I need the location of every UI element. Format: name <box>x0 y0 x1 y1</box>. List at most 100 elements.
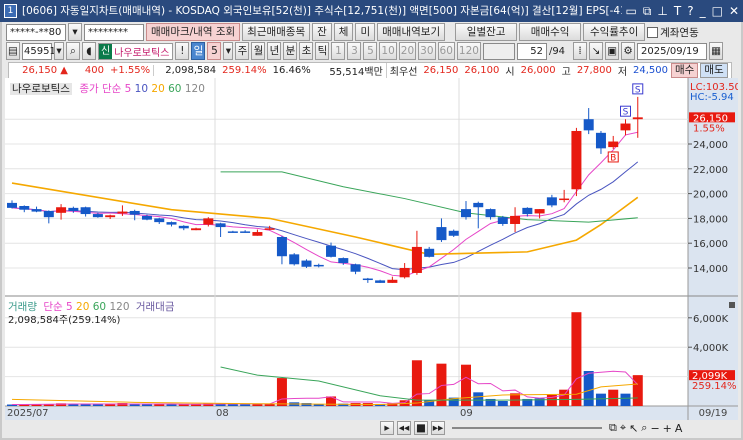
crosshair-icon[interactable]: ⌖ <box>620 421 626 435</box>
best-quote-label: 최우선 <box>385 63 421 78</box>
zoom-icon[interactable]: ⌕ <box>641 421 647 435</box>
interval-10[interactable]: 10 <box>379 42 397 60</box>
date-input[interactable]: 2025/09/19 <box>637 42 708 60</box>
restore-icon[interactable]: ▭ <box>626 0 637 22</box>
ma20-legend: 20 <box>151 83 165 95</box>
candle-body <box>632 117 643 120</box>
price-chart[interactable]: BSS LC:103.50HC:-5.9424,00022,00020,00018… <box>5 78 738 420</box>
custom-interval-select[interactable] <box>482 42 515 60</box>
candle-body <box>485 209 496 218</box>
zoom-out-icon[interactable]: − <box>650 422 659 435</box>
trade-profit-button[interactable]: 매매수익 <box>519 23 582 41</box>
candle-body <box>571 130 582 190</box>
last-date-label: 09/19 <box>699 408 728 419</box>
interval-120[interactable]: 120 <box>456 42 481 60</box>
volume-bar <box>473 392 484 406</box>
candle-body <box>215 223 226 228</box>
zoom-in-icon[interactable]: + <box>663 422 672 435</box>
balance-button[interactable]: 잔 <box>312 23 332 41</box>
volume-tick-label: 6,000K <box>693 314 729 325</box>
interval-30[interactable]: 30 <box>418 42 436 60</box>
sell-button[interactable]: 매도 <box>700 63 728 78</box>
window-title: [0606] 자동일지차트(매매내역) - KOSDAQ 외국인보유[52(천)… <box>22 5 701 17</box>
calendar-icon[interactable]: ▦ <box>709 42 724 60</box>
price-tick-label: 24,000 <box>693 140 728 151</box>
trade-mark-query-button[interactable]: 매매마크/내역 조회 <box>146 23 241 41</box>
candle-body <box>105 215 116 218</box>
interval-3[interactable]: 3 <box>347 42 362 60</box>
fast-forward-icon[interactable]: ▸▸ <box>431 421 445 435</box>
volume-bar <box>608 389 619 406</box>
speaker-icon[interactable]: ◖ <box>82 42 96 60</box>
period-tick-tab[interactable]: 틱 <box>315 42 330 60</box>
open-label: 시 <box>505 67 515 78</box>
settings-icon[interactable]: ⚙ <box>621 42 636 60</box>
stock-code-input[interactable]: 459510 <box>22 42 62 60</box>
trade-amount: 55,514백만 <box>329 67 383 78</box>
ma-legend-label[interactable]: 종가 단순 <box>79 83 121 95</box>
pin-icon[interactable]: ⊥ <box>657 0 667 22</box>
period-month-tab[interactable]: 월 <box>251 42 266 60</box>
close-icon[interactable]: ✕ <box>729 0 739 22</box>
candle-body <box>7 202 17 208</box>
account-select[interactable]: *****-**80 <box>6 23 66 41</box>
period-year-tab[interactable]: 년 <box>267 42 282 60</box>
maximize-icon[interactable]: □ <box>712 0 723 22</box>
period-second-tab[interactable]: 초 <box>299 42 314 60</box>
candle-body <box>559 198 570 201</box>
save-icon[interactable]: ▣ <box>605 42 620 60</box>
text-icon[interactable]: A <box>675 422 683 435</box>
candle-body <box>436 227 447 241</box>
ask-price: 26,150 <box>423 65 459 76</box>
executed-button[interactable]: 체 <box>333 23 354 41</box>
trade-amount-legend[interactable]: 거래대금 <box>136 301 175 313</box>
pane-close-icon <box>729 302 735 308</box>
stop-icon[interactable]: ■ <box>414 421 428 435</box>
period-number-select[interactable]: 5 <box>207 42 222 60</box>
window-icon[interactable]: ⧉ <box>609 421 617 435</box>
draw-icon[interactable]: ↘ <box>589 42 604 60</box>
interval-60[interactable]: 60 <box>437 42 455 60</box>
account-link-checkbox[interactable] <box>647 26 659 38</box>
search-icon[interactable]: ⌕ <box>66 42 80 60</box>
candle-body <box>178 225 189 229</box>
volume-bar <box>411 360 422 406</box>
period-day-tab[interactable]: 일 <box>191 42 206 60</box>
stock-legend-name[interactable]: 나우로보틱스 <box>10 83 72 95</box>
play-icon[interactable]: ▸ <box>380 421 394 435</box>
interval-1[interactable]: 1 <box>331 42 346 60</box>
alert-button[interactable]: ! <box>175 42 190 60</box>
candle-body <box>31 209 42 212</box>
code-dropdown-icon[interactable]: ▾ <box>54 42 64 60</box>
data-count-input[interactable]: 52 <box>516 42 547 60</box>
account-dropdown-icon[interactable]: ▾ <box>68 23 82 41</box>
daily-balance-button[interactable]: 일별잔고 <box>455 23 518 41</box>
period-minute-tab[interactable]: 분 <box>283 42 298 60</box>
rewind-icon[interactable]: ◂◂ <box>397 421 411 435</box>
minimize-icon[interactable]: _ <box>700 0 706 22</box>
candle-body <box>68 207 79 211</box>
volume-bar <box>227 404 238 406</box>
help-icon[interactable]: ? <box>687 0 693 22</box>
period-week-tab[interactable]: 주 <box>235 42 250 60</box>
unexecuted-button[interactable]: 미 <box>355 23 376 41</box>
copy-icon[interactable]: ⧉ <box>643 0 652 22</box>
password-field[interactable]: ******** <box>84 23 144 41</box>
candle-body <box>301 260 312 267</box>
candle-body <box>448 230 459 236</box>
buy-marker-label: B <box>610 153 616 163</box>
trade-history-button[interactable]: 매매내역보기 <box>377 23 446 41</box>
zoom-slider[interactable] <box>452 427 602 429</box>
scroll-icon[interactable]: ⁞ <box>573 42 588 60</box>
code-list-icon[interactable]: ▤ <box>6 42 20 60</box>
candle-body <box>252 232 263 236</box>
interval-5[interactable]: 5 <box>363 42 378 60</box>
profit-trend-button[interactable]: 수익률추이 <box>583 23 646 41</box>
font-icon[interactable]: T <box>674 0 681 22</box>
period-dropdown-icon[interactable]: ▾ <box>223 42 234 60</box>
stock-name-box[interactable]: 신 나우로보틱스 <box>98 42 174 60</box>
recent-trades-button[interactable]: 최근매매종목 <box>242 23 311 41</box>
buy-button[interactable]: 매수 <box>671 63 699 78</box>
trendline-icon[interactable]: ↖ <box>629 422 638 435</box>
interval-20[interactable]: 20 <box>398 42 417 60</box>
